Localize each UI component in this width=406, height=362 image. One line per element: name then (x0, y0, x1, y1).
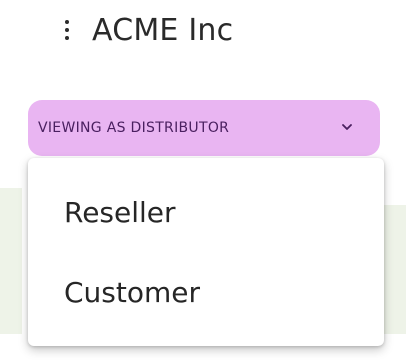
kebab-vertical-icon[interactable] (62, 18, 72, 42)
header: ACME Inc (62, 10, 233, 50)
role-selector-label: VIEWING AS DISTRIBUTOR (38, 120, 230, 136)
kebab-dot (65, 20, 69, 24)
chevron-down-icon (342, 124, 352, 130)
background-panel (0, 188, 22, 334)
menu-item-customer[interactable]: Customer (28, 252, 384, 332)
kebab-dot (65, 36, 69, 40)
background-panel-right (384, 205, 406, 334)
company-name: ACME Inc (92, 12, 234, 48)
role-dropdown-menu: Reseller Customer (28, 158, 384, 346)
kebab-dot (65, 28, 69, 32)
role-selector-button[interactable]: VIEWING AS DISTRIBUTOR (28, 100, 380, 156)
menu-item-reseller[interactable]: Reseller (28, 172, 384, 252)
